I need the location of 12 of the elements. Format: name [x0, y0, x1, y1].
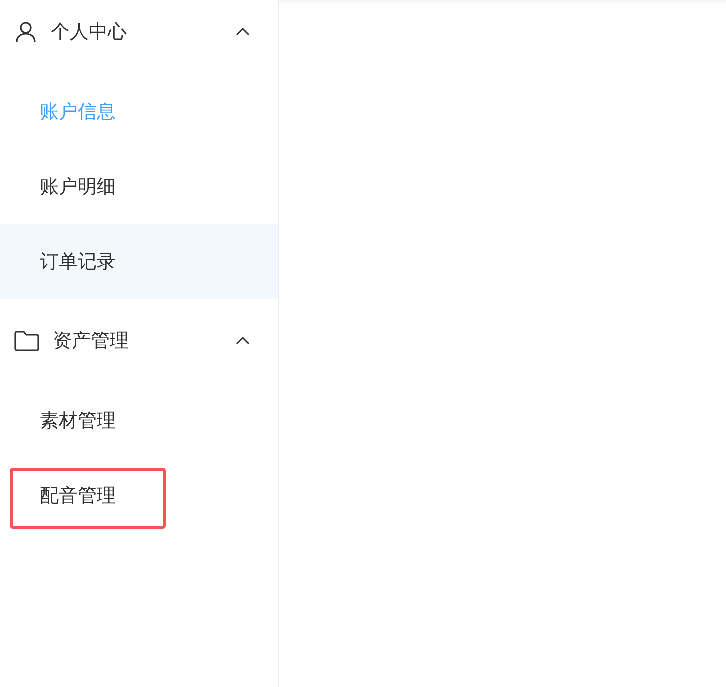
menu-item[interactable]: 素材管理	[0, 383, 278, 458]
menu-group-header[interactable]: 个人中心	[0, 0, 278, 64]
menu-item[interactable]: 账户明细	[0, 149, 278, 224]
chevron-up-icon[interactable]	[236, 28, 250, 36]
menu-item[interactable]: 配音管理	[0, 458, 278, 533]
folder-icon	[14, 330, 40, 352]
menu-group-header[interactable]: 资产管理	[0, 309, 278, 373]
group-title: 资产管理	[53, 329, 130, 354]
chevron-up-icon[interactable]	[236, 337, 250, 345]
group-title: 个人中心	[51, 20, 128, 45]
user-icon	[14, 20, 38, 44]
menu-item[interactable]: 订单记录	[0, 224, 278, 299]
